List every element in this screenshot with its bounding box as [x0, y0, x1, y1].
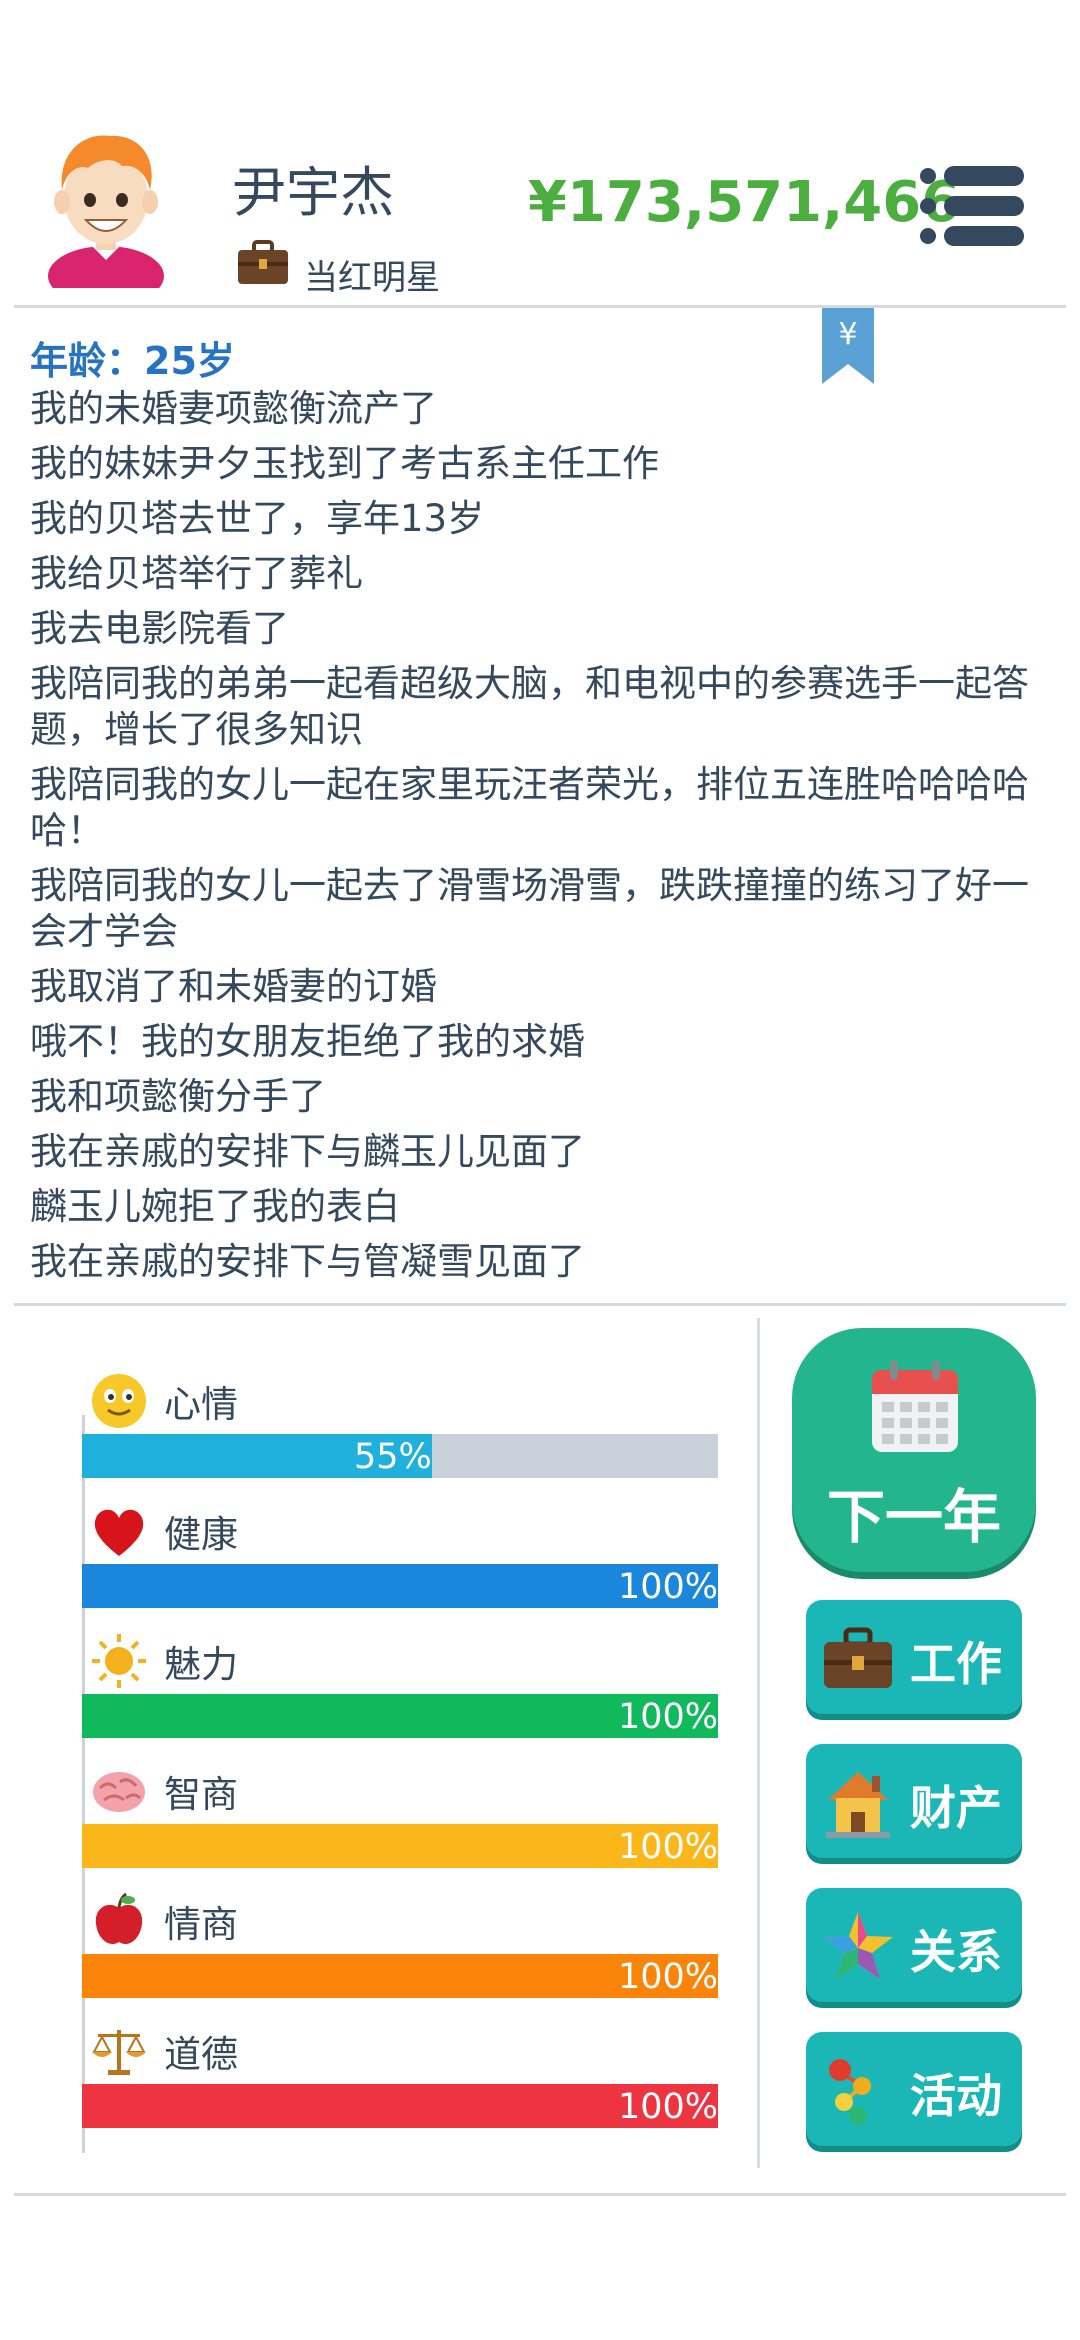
stat-row: 魅力 100% [82, 1626, 722, 1746]
star-icon [823, 1912, 893, 1979]
log-entry: 哦不！我的女朋友拒绝了我的求婚 [30, 1020, 585, 1063]
log-entry: 我的贝塔去世了，享年13岁 [30, 497, 485, 540]
activities-label: 活动 [910, 2069, 1002, 2123]
stat-label: 情商 [164, 1903, 238, 1946]
stat-value: 100% [617, 1697, 718, 1737]
apple-icon [95, 1892, 143, 1944]
log-entry: 我的妹妹尹夕玉找到了考古系主任工作 [30, 442, 659, 485]
relations-label: 关系 [910, 1925, 1002, 1979]
stat-bar-track: 100% [82, 1694, 718, 1738]
stat-label: 智商 [164, 1773, 238, 1816]
money-balance: ¥173,571,466 [528, 170, 961, 235]
relations-button[interactable]: 关系 [806, 1888, 1022, 2002]
calendar-icon [872, 1360, 958, 1452]
stat-label: 心情 [164, 1383, 238, 1426]
log-entry: 我去电影院看了 [30, 607, 289, 650]
menu-button[interactable] [918, 164, 1026, 248]
stat-value: 100% [617, 1827, 718, 1867]
work-button[interactable]: 工作 [806, 1600, 1022, 1714]
log-entry: 我给贝塔举行了葬礼 [30, 552, 363, 595]
stat-bar-track: 100% [82, 1954, 718, 1998]
stat-bar-track: 100% [82, 2084, 718, 2128]
heart-icon [94, 1509, 144, 1556]
stat-row: 智商 100% [82, 1756, 722, 1876]
activities-button[interactable]: 活动 [806, 2032, 1022, 2146]
log-entry: 我陪同我的女儿一起去了滑雪场滑雪，跌跌撞撞的练习了好一会才学会 [30, 864, 1029, 953]
work-label: 工作 [910, 1637, 1002, 1691]
stats-panel: 心情 55% 健康 100% 魅力 100% 智商 100% 情商 100% 道德 100% [82, 1366, 722, 2166]
house-icon [826, 1772, 890, 1838]
job-title: 当红明星 [304, 258, 440, 298]
log-entry: 我的未婚妻项懿衡流产了 [30, 387, 437, 430]
stat-bar-track: 100% [82, 1824, 718, 1868]
brain-icon [93, 1772, 145, 1812]
briefcase-icon [238, 240, 288, 284]
bookmark-yuan-icon[interactable]: ¥ [820, 308, 876, 386]
log-entry: 我取消了和未婚妻的订婚 [30, 965, 437, 1008]
scales-icon [92, 2030, 146, 2075]
smiley-icon [92, 1374, 146, 1428]
next-year-button[interactable]: 下一年 [792, 1328, 1036, 1572]
player-name: 尹宇杰 [232, 161, 394, 224]
log-entry: 麟玉儿婉拒了我的表白 [30, 1185, 400, 1228]
stat-row: 健康 100% [82, 1496, 722, 1616]
stat-bar-track: 100% [82, 1564, 718, 1608]
stat-label: 道德 [164, 2033, 238, 2076]
sun-icon [92, 1634, 146, 1688]
stat-value: 100% [617, 1957, 718, 1997]
assets-label: 财产 [910, 1781, 1002, 1835]
log-entry: 我陪同我的女儿一起在家里玩汪者荣光，排位五连胜哈哈哈哈哈！ [30, 763, 1029, 852]
stat-row: 道德 100% [82, 2016, 722, 2136]
log-entry: 我在亲戚的安排下与管凝雪见面了 [30, 1240, 585, 1283]
stat-value: 55% [354, 1437, 432, 1477]
svg-text:¥: ¥ [838, 317, 857, 352]
log-divider [14, 1303, 1066, 1306]
age-line: 年龄：25岁 [30, 339, 235, 383]
log-entry: 我和项懿衡分手了 [30, 1075, 326, 1118]
vertical-divider [757, 1318, 760, 2168]
log-entry: 我陪同我的弟弟一起看超级大脑，和电视中的参赛选手一起答题，增长了很多知识 [30, 662, 1029, 751]
footer-divider [14, 2193, 1066, 2196]
stat-bar-track: 55% [82, 1434, 718, 1478]
stat-value: 100% [617, 1567, 718, 1607]
log-entry: 我在亲戚的安排下与麟玉儿见面了 [30, 1130, 585, 1173]
stat-label: 健康 [164, 1513, 238, 1556]
header-divider [14, 305, 1066, 308]
stat-label: 魅力 [164, 1643, 238, 1686]
avatar [48, 135, 164, 288]
briefcase-icon [824, 1627, 892, 1688]
activity-dots-icon [829, 2059, 871, 2125]
assets-button[interactable]: 财产 [806, 1744, 1022, 1858]
stat-value: 100% [617, 2087, 718, 2127]
stat-row: 心情 55% [82, 1366, 722, 1486]
next-year-label: 下一年 [826, 1483, 1001, 1551]
stat-row: 情商 100% [82, 1886, 722, 2006]
event-log: 我的未婚妻项懿衡流产了我的妹妹尹夕玉找到了考古系主任工作 我的贝塔去世了，享年13… [30, 386, 1040, 1294]
